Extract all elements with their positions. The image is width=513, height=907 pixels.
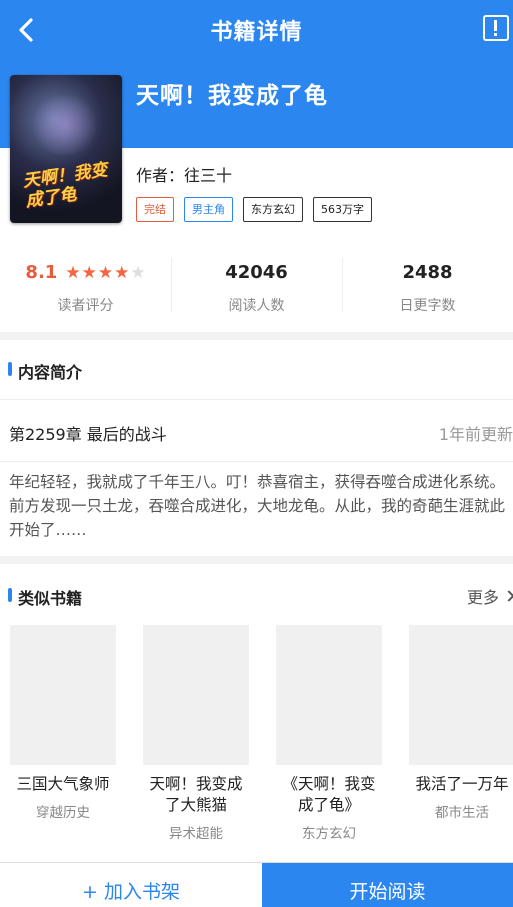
add-to-shelf-button[interactable]: + 加入书架 xyxy=(0,863,262,907)
intro-text[interactable]: 年纪轻轻，我就成了千年王八。叮！恭喜宿主，获得吞噬合成进化系统。前方发现一只土龙… xyxy=(9,470,509,542)
section-marker xyxy=(8,362,12,376)
star-filled-icon: ★ xyxy=(65,262,81,283)
book-name: 《天啊！我变成了龟》 xyxy=(282,775,376,814)
tag-genre: 东方玄幻 xyxy=(243,197,303,222)
stats-panel: 8.1 ★ ★ ★ ★ ★ 读者评分 42046 阅读人数 2488 日更字数 xyxy=(0,238,513,332)
stat-daily-words: 2488 日更字数 xyxy=(342,238,513,332)
similar-book-card[interactable]: 我活了一万年 都市生活 xyxy=(409,625,513,821)
stat-readers: 42046 阅读人数 xyxy=(171,238,342,332)
rating-row: 8.1 ★ ★ ★ ★ ★ xyxy=(0,262,171,283)
rating-label: 读者评分 xyxy=(57,298,114,314)
intro-header: 内容简介 xyxy=(0,340,513,400)
book-cover-image: 天啊！我变成了龟 xyxy=(10,75,122,223)
star-filled-icon: ★ xyxy=(114,262,130,283)
book-title: 天啊！我变成了龟 xyxy=(136,83,328,109)
book-name: 三国大气象师 xyxy=(16,775,110,793)
report-icon[interactable] xyxy=(483,15,509,41)
nav-bar: 书籍详情 xyxy=(0,0,513,60)
book-category: 异术超能 xyxy=(169,826,223,842)
similar-book-card[interactable]: 三国大气象师 穿越历史 xyxy=(10,625,116,821)
tag-wordcount: 563万字 xyxy=(313,197,372,222)
more-button[interactable]: 更多 xyxy=(467,584,513,608)
start-reading-button[interactable]: 开始阅读 xyxy=(262,863,513,907)
chevron-right-icon xyxy=(503,590,513,602)
daily-words-value: 2488 xyxy=(402,262,453,283)
book-cover-placeholder xyxy=(276,625,382,765)
tag-gender: 男主角 xyxy=(184,197,233,222)
update-time: 1年前更新 xyxy=(438,425,513,444)
star-empty-icon: ★ xyxy=(130,262,146,283)
similar-header: 类似书籍 更多 xyxy=(0,564,513,620)
daily-words-label: 日更字数 xyxy=(399,298,456,314)
book-author: 作者：往三十 xyxy=(136,166,233,185)
rating-stars: ★ ★ ★ ★ ★ xyxy=(65,264,145,282)
cover-title-art: 天啊！我变成了龟 xyxy=(21,160,109,212)
section-marker xyxy=(8,588,12,602)
bottom-action-bar: + 加入书架 开始阅读 xyxy=(0,862,513,907)
more-label: 更多 xyxy=(466,588,499,607)
similar-book-card[interactable]: 《天啊！我变成了龟》 东方玄幻 xyxy=(276,625,382,842)
similar-book-card[interactable]: 天啊！我变成了大熊猫 异术超能 xyxy=(143,625,249,842)
book-cover-placeholder xyxy=(143,625,249,765)
book-name: 我活了一万年 xyxy=(415,775,509,793)
similar-title: 类似书籍 xyxy=(18,589,83,608)
latest-chapter-title: 第2259章 最后的战斗 xyxy=(9,425,167,444)
star-filled-icon: ★ xyxy=(97,262,114,283)
book-category: 穿越历史 xyxy=(36,805,90,821)
tag-status: 完结 xyxy=(136,197,174,222)
book-tags: 完结 男主角 东方玄幻 563万字 xyxy=(136,197,372,222)
book-name: 天啊！我变成了大熊猫 xyxy=(149,775,243,814)
similar-books-section: 类似书籍 更多 三国大气象师 穿越历史 天啊！我变成了大熊猫 异术超能 《天啊！… xyxy=(0,564,513,862)
similar-books-list: 三国大气象师 穿越历史 天啊！我变成了大熊猫 异术超能 《天啊！我变成了龟》 东… xyxy=(10,625,513,862)
readers-value: 42046 xyxy=(225,262,288,283)
rating-value: 8.1 xyxy=(25,262,58,283)
page-title: 书籍详情 xyxy=(210,20,303,45)
stat-rating: 8.1 ★ ★ ★ ★ ★ 读者评分 xyxy=(0,238,171,332)
book-category: 都市生活 xyxy=(435,805,489,821)
intro-section: 内容简介 第2259章 最后的战斗 1年前更新 年纪轻轻，我就成了千年王八。叮！… xyxy=(0,340,513,556)
cover-art-glow xyxy=(30,95,100,155)
book-cover-placeholder xyxy=(409,625,513,765)
star-filled-icon: ★ xyxy=(81,262,97,283)
book-cover-placeholder xyxy=(10,625,116,765)
readers-label: 阅读人数 xyxy=(228,298,285,314)
latest-chapter-row[interactable]: 第2259章 最后的战斗 1年前更新 xyxy=(0,400,513,462)
intro-title: 内容简介 xyxy=(18,363,83,382)
book-category: 东方玄幻 xyxy=(302,826,356,842)
